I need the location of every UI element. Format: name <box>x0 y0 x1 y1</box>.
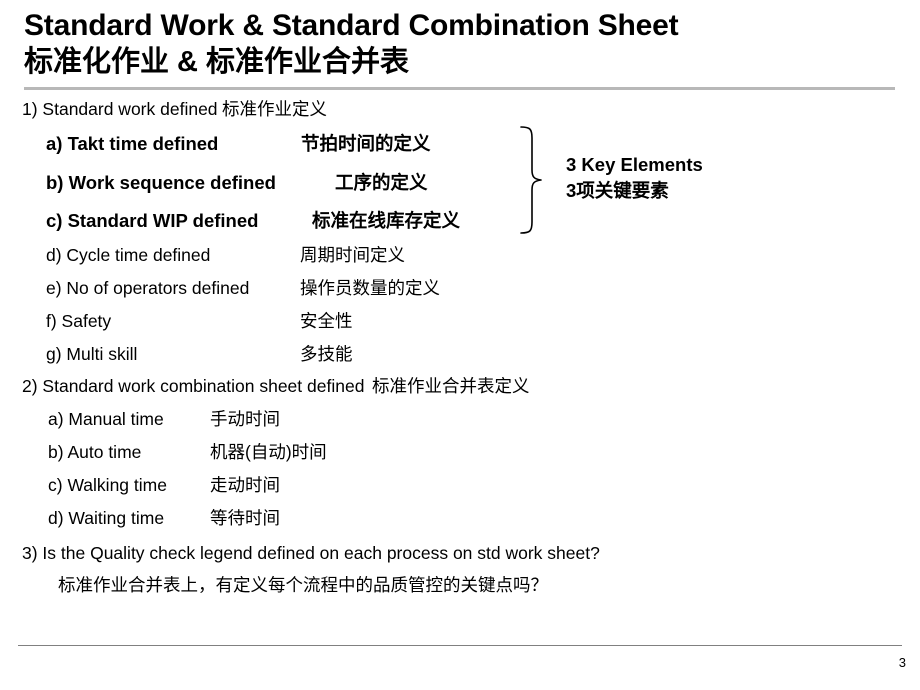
list-item-english: d) Cycle time defined <box>46 245 211 265</box>
list-item-chinese: 工序的定义 <box>335 172 428 193</box>
list-item-chinese: 标准在线库存定义 <box>312 210 461 231</box>
list-item-chinese: 等待时间 <box>210 508 280 528</box>
list-item-english: c) Standard WIP defined <box>46 210 259 231</box>
list-item-english: a) Takt time defined <box>46 133 219 154</box>
list-item-chinese: 周期时间定义 <box>300 245 405 265</box>
key-elements-english: 3 Key Elements <box>566 154 703 175</box>
page-number: 3 <box>898 655 906 670</box>
footer-divider <box>18 645 902 646</box>
slide-root: Standard Work & Standard Combination She… <box>0 0 920 690</box>
section-3-heading-chinese: 标准作业合并表上，有定义每个流程中的品质管控的关键点吗？ <box>58 575 548 595</box>
section-1-heading-english: 1) Standard work defined <box>22 99 218 119</box>
list-item-chinese: 机器(自动)时间 <box>210 442 327 462</box>
list-item-english: d) Waiting time <box>48 508 165 528</box>
curly-brace-icon <box>518 126 552 234</box>
slide-body: 1) Standard work defined 标准作业定义 a) Takt … <box>0 0 920 690</box>
key-elements-chinese: 3项关键要素 <box>566 180 669 201</box>
list-item-english: e) No of operators defined <box>46 278 250 298</box>
section-2-heading-chinese: 标准作业合并表定义 <box>372 376 530 396</box>
list-item-english: g) Multi skill <box>46 344 138 364</box>
list-item-chinese: 多技能 <box>300 344 353 364</box>
key-elements-annotation: 3 Key Elements 3项关键要素 <box>566 152 703 204</box>
list-item-english: a) Manual time <box>48 409 164 429</box>
list-item-chinese: 操作员数量的定义 <box>300 278 440 298</box>
section-1-heading-chinese: 标准作业定义 <box>222 99 327 119</box>
list-item-english: f) Safety <box>46 311 112 331</box>
list-item-chinese: 安全性 <box>300 311 353 331</box>
section-3-heading-english: 3) Is the Quality check legend defined o… <box>22 543 600 563</box>
section-2-heading-english: 2) Standard work combination sheet defin… <box>22 376 365 396</box>
list-item-chinese: 手动时间 <box>210 409 280 429</box>
list-item-chinese: 节拍时间的定义 <box>301 133 431 154</box>
list-item-english: c) Walking time <box>48 475 167 495</box>
list-item-chinese: 走动时间 <box>210 475 280 495</box>
list-item-english: b) Work sequence defined <box>46 172 276 193</box>
list-item-english: b) Auto time <box>48 442 142 462</box>
